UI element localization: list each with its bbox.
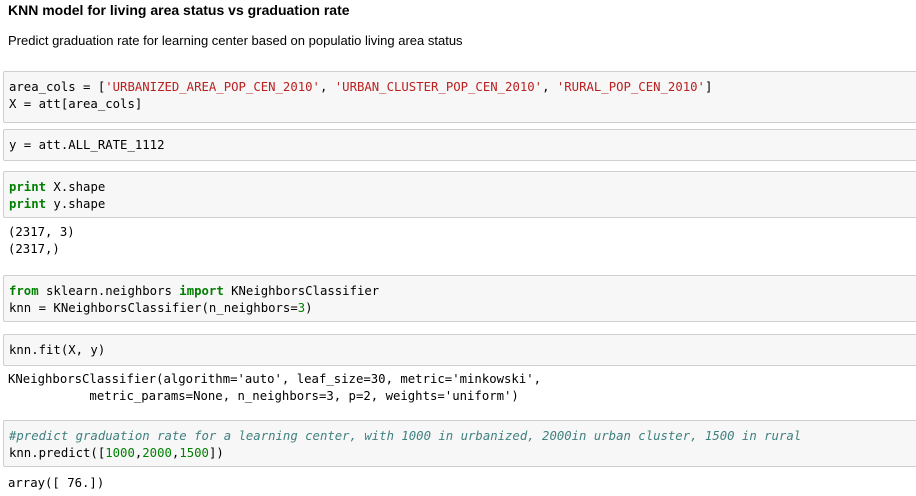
code-text: ) bbox=[305, 301, 313, 315]
code-cell-predict[interactable]: #predict graduation rate for a learning … bbox=[3, 420, 916, 467]
cell-output-shapes: (2317, 3) (2317,) bbox=[8, 224, 908, 258]
code-line: #predict graduation rate for a learning … bbox=[9, 428, 916, 445]
string-literal: 'RURAL_POP_CEN_2010' bbox=[556, 80, 705, 94]
code-text: area_cols = [ bbox=[9, 80, 106, 94]
code-cell-shapes[interactable]: print X.shape print y.shape bbox=[3, 171, 916, 218]
string-literal: 'URBAN_CLUSTER_POP_CEN_2010' bbox=[334, 80, 543, 94]
code-cell-target[interactable]: y = att.ALL_RATE_1112 bbox=[3, 129, 916, 161]
output-line: metric_params=None, n_neighbors=3, p=2, … bbox=[8, 389, 519, 403]
number-literal: 1500 bbox=[179, 446, 209, 460]
code-text: KNeighborsClassifier bbox=[223, 284, 380, 298]
code-line: area_cols = ['URBANIZED_AREA_POP_CEN_201… bbox=[9, 79, 916, 96]
code-cell-area-cols[interactable]: area_cols = ['URBANIZED_AREA_POP_CEN_201… bbox=[3, 71, 916, 123]
code-editor[interactable]: knn.fit(X, y) bbox=[4, 335, 916, 359]
code-text: sklearn.neighbors bbox=[38, 284, 180, 298]
keyword: print bbox=[9, 180, 47, 194]
code-text: , bbox=[319, 80, 335, 94]
code-text: ] bbox=[704, 80, 713, 94]
number-literal: 1000 bbox=[105, 446, 135, 460]
code-text: , bbox=[542, 80, 557, 94]
cell-output-fit: KNeighborsClassifier(algorithm='auto', l… bbox=[8, 371, 908, 405]
code-text: X.shape bbox=[46, 180, 106, 194]
code-line: from sklearn.neighbors import KNeighbors… bbox=[9, 283, 916, 300]
code-cell-import-knn[interactable]: from sklearn.neighbors import KNeighbors… bbox=[3, 275, 916, 322]
code-text: knn.predict([ bbox=[9, 446, 106, 460]
keyword: import bbox=[179, 284, 224, 298]
keyword: print bbox=[9, 197, 47, 211]
section-heading: KNN model for living area status vs grad… bbox=[8, 2, 350, 18]
code-editor[interactable]: print X.shape print y.shape bbox=[4, 172, 916, 213]
code-editor[interactable]: from sklearn.neighbors import KNeighbors… bbox=[4, 276, 916, 317]
cell-output-predict: array([ 76.]) bbox=[8, 475, 908, 492]
output-line: KNeighborsClassifier(algorithm='auto', l… bbox=[8, 372, 542, 386]
output-line: (2317, 3) bbox=[8, 225, 75, 239]
code-editor[interactable]: area_cols = ['URBANIZED_AREA_POP_CEN_201… bbox=[4, 72, 916, 113]
section-description: Predict graduation rate for learning cen… bbox=[8, 33, 463, 48]
code-text: ]) bbox=[208, 446, 224, 460]
code-editor[interactable]: y = att.ALL_RATE_1112 bbox=[4, 130, 916, 154]
keyword: from bbox=[9, 284, 39, 298]
code-line: knn.fit(X, y) bbox=[9, 343, 106, 357]
code-editor[interactable]: #predict graduation rate for a learning … bbox=[4, 421, 916, 462]
number-literal: 2000 bbox=[142, 446, 172, 460]
code-line: print X.shape bbox=[9, 179, 916, 196]
output-line: array([ 76.]) bbox=[8, 476, 105, 490]
code-line: y = att.ALL_RATE_1112 bbox=[9, 138, 165, 152]
code-line: print y.shape bbox=[9, 196, 916, 213]
code-line: X = att[area_cols] bbox=[9, 97, 143, 111]
output-line: (2317,) bbox=[8, 242, 60, 256]
code-line: knn.predict([1000,2000,1500]) bbox=[9, 445, 916, 462]
code-text: knn = KNeighborsClassifier(n_neighbors= bbox=[9, 301, 298, 315]
code-comment: #predict graduation rate for a learning … bbox=[9, 429, 802, 443]
code-text: y.shape bbox=[46, 197, 106, 211]
code-line: knn = KNeighborsClassifier(n_neighbors=3… bbox=[9, 300, 916, 317]
string-literal: 'URBANIZED_AREA_POP_CEN_2010' bbox=[105, 80, 320, 94]
code-cell-fit[interactable]: knn.fit(X, y) bbox=[3, 334, 916, 366]
